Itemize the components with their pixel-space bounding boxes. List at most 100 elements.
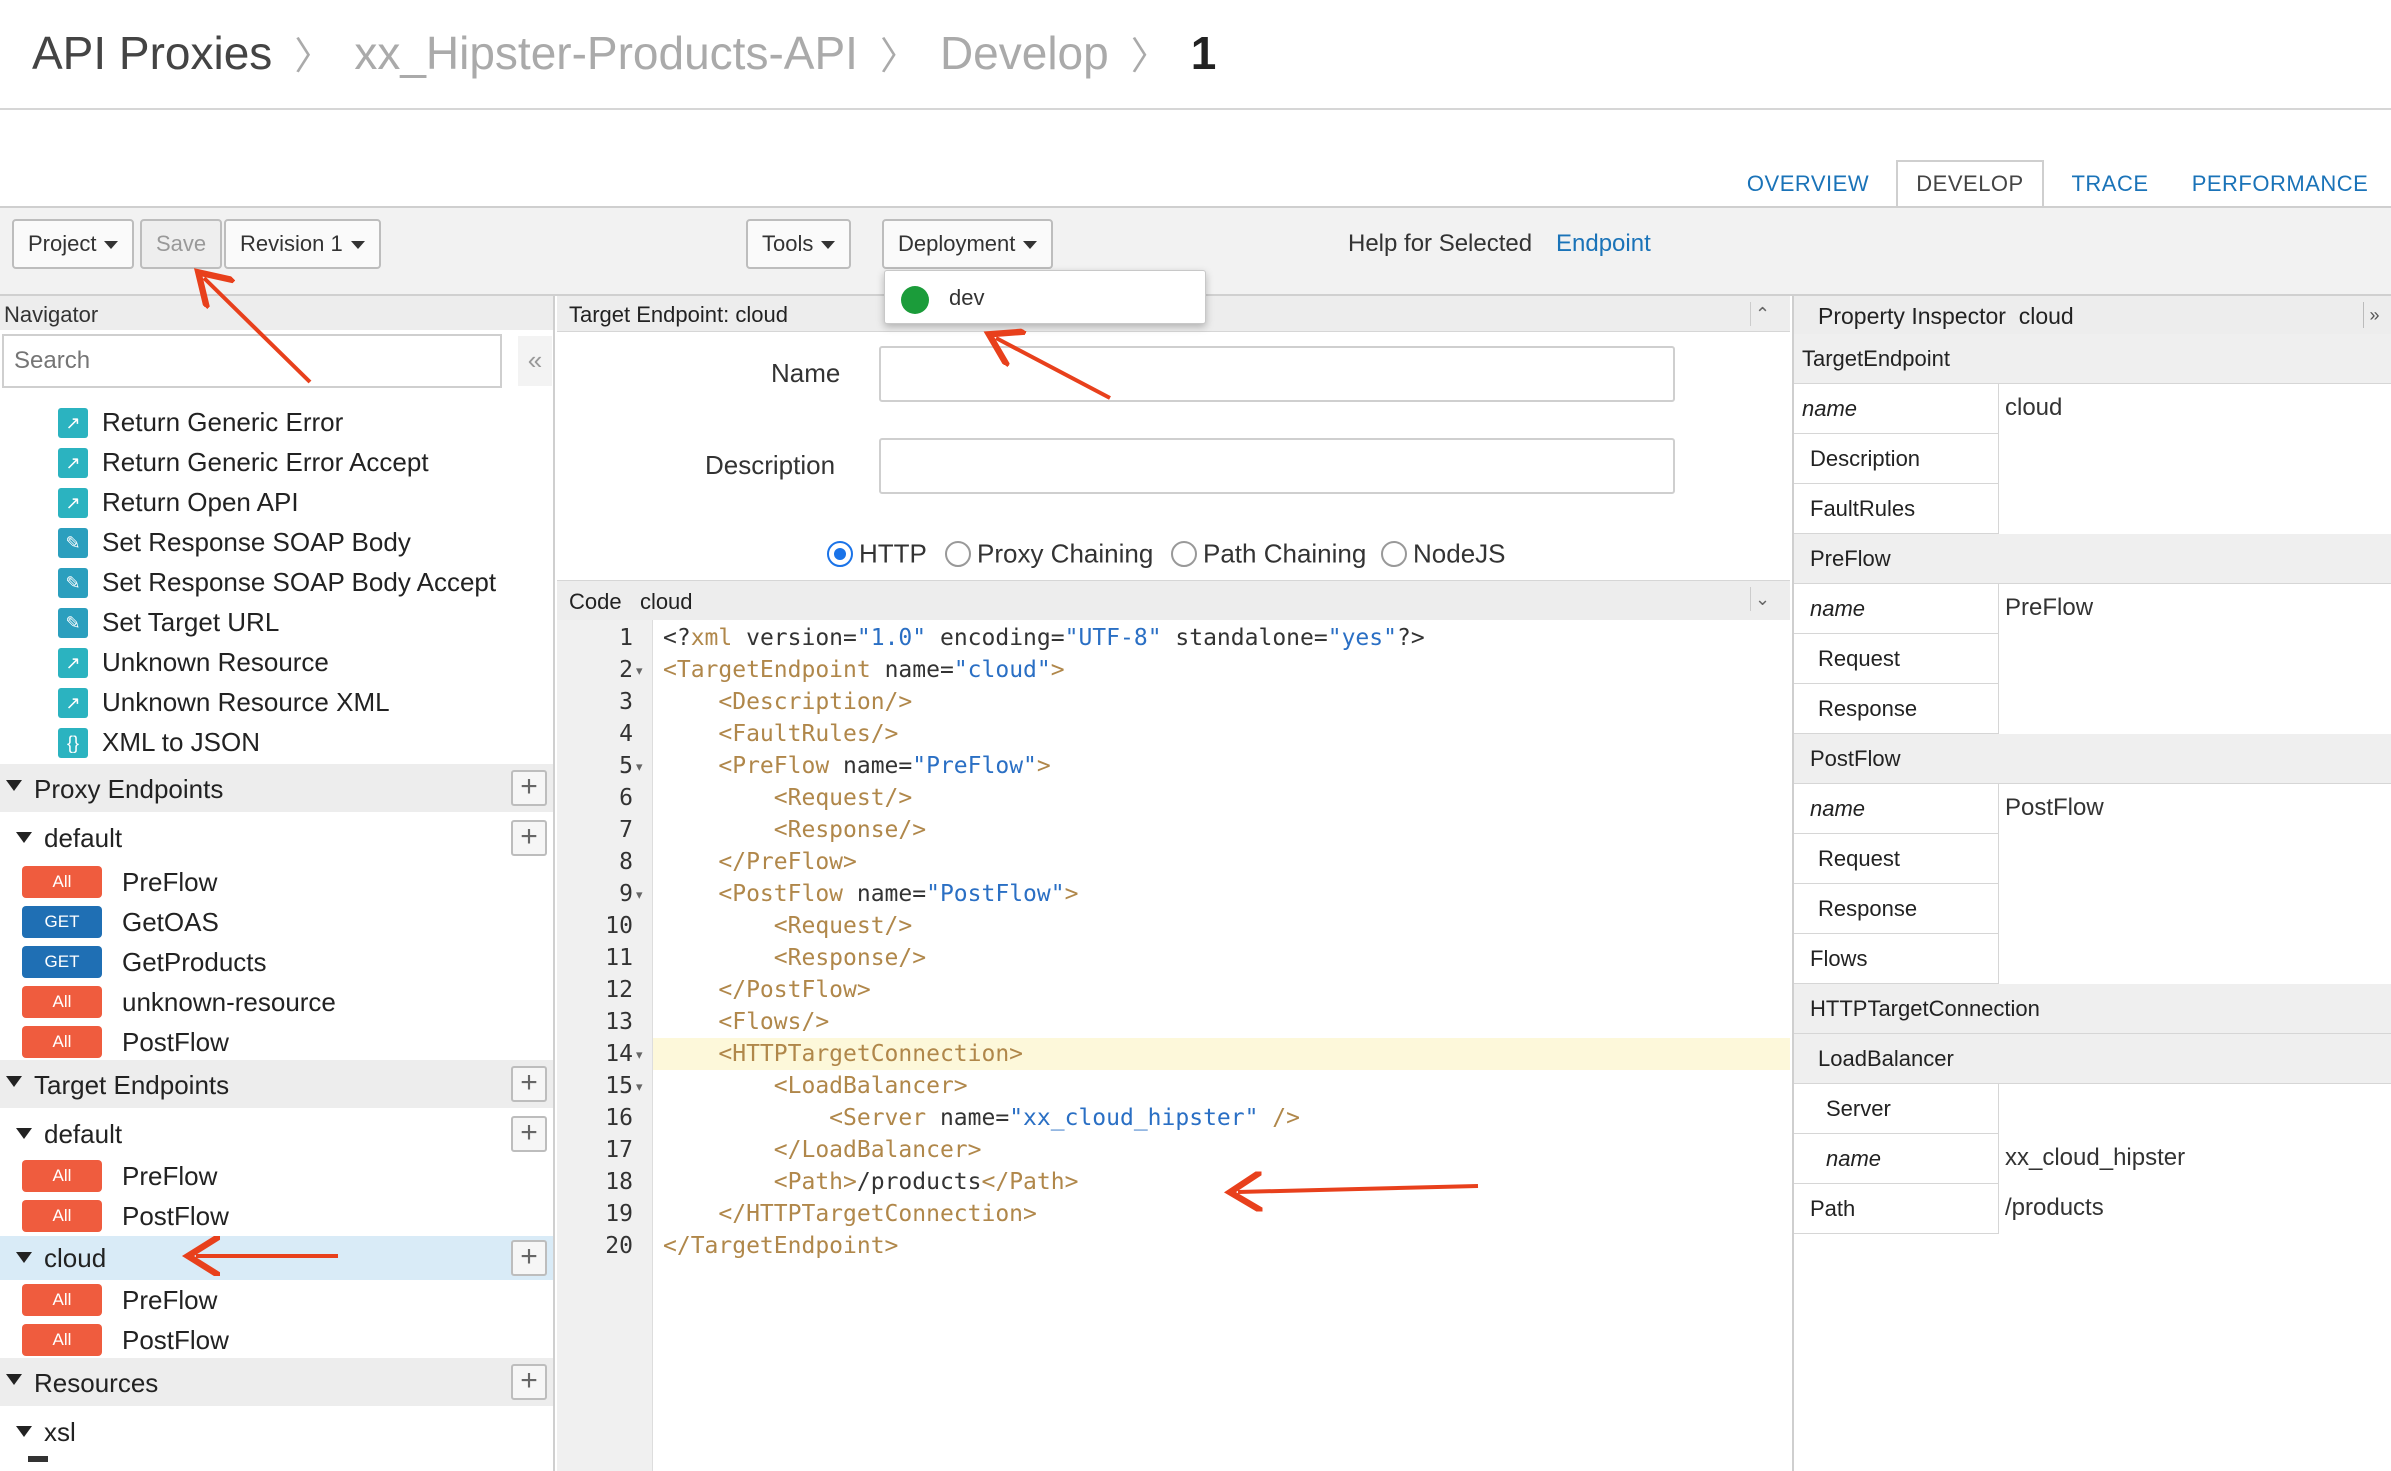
proxy-endpoint-default[interactable]: default + [0, 816, 553, 860]
property-row[interactable]: name PreFlow [1794, 584, 2391, 634]
property-row[interactable]: name cloud [1794, 384, 2391, 434]
code-line[interactable]: <HTTPTargetConnection> [663, 1041, 1023, 1067]
property-row[interactable]: Response [1794, 884, 2391, 934]
save-button[interactable]: Save [140, 219, 223, 269]
property-row[interactable]: Description [1794, 434, 2391, 484]
code-line[interactable]: </TargetEndpoint> [663, 1233, 898, 1259]
code-line[interactable]: <TargetEndpoint name="cloud"> [663, 657, 1065, 683]
flow-item[interactable]: All PreFlow [0, 1280, 553, 1320]
code-line[interactable]: <Server name="xx_cloud_hipster" /> [663, 1105, 1300, 1131]
code-line[interactable]: <?xml version="1.0" encoding="UTF-8" sta… [663, 625, 1425, 651]
property-value-field[interactable]: /products [1998, 1184, 2391, 1234]
help-endpoint-link[interactable]: Endpoint [1556, 230, 1651, 258]
description-input[interactable] [879, 438, 1675, 494]
property-value-field[interactable] [1998, 634, 2391, 684]
property-value-field[interactable] [1998, 684, 2391, 734]
code-editor[interactable]: 1 2 ▾ 3 4 5 ▾ 6 7 8 9 ▾ 10 11 12 13 14 ▾ 15 ▾ 16 17 18 19 20 <?x… [557, 620, 1790, 1471]
flow-item[interactable]: All PreFlow [0, 862, 553, 902]
policy-item[interactable]: {} XML to JSON [0, 722, 553, 762]
property-value-field[interactable]: xx_cloud_hipster [1998, 1134, 2391, 1184]
fold-arrow-icon[interactable]: ▾ [636, 1047, 643, 1063]
flow-item[interactable]: All PostFlow [0, 1320, 553, 1360]
target-endpoints-section[interactable]: Target Endpoints + [0, 1060, 553, 1108]
property-value-field[interactable] [1998, 484, 2391, 534]
collapse-up-icon[interactable]: ⌃ [1750, 302, 1774, 326]
expand-triangle-icon[interactable] [16, 1252, 32, 1263]
property-row[interactable]: FaultRules [1794, 484, 2391, 534]
fold-arrow-icon[interactable]: ▾ [636, 1079, 643, 1095]
resources-section[interactable]: Resources + [0, 1358, 553, 1406]
flow-item[interactable]: All PostFlow [0, 1022, 553, 1062]
code-line[interactable]: <Response/> [663, 817, 926, 843]
code-line[interactable]: <Request/> [663, 785, 912, 811]
navigator-search-input[interactable] [2, 334, 502, 388]
radio-path-chaining[interactable]: Path Chaining [1171, 537, 1366, 570]
policy-item[interactable]: ↗ Return Generic Error [0, 402, 553, 442]
property-value-field[interactable] [1998, 434, 2391, 484]
expand-triangle-icon[interactable] [16, 1426, 32, 1437]
code-line[interactable]: <Flows/> [663, 1009, 829, 1035]
name-input[interactable] [879, 346, 1675, 402]
breadcrumb-develop[interactable]: Develop [940, 26, 1109, 80]
collapse-down-icon[interactable]: ⌄ [1750, 587, 1774, 611]
project-menu-button[interactable]: Project [12, 219, 135, 269]
fold-arrow-icon[interactable]: ▾ [636, 759, 643, 775]
property-row[interactable]: Flows [1794, 934, 2391, 984]
radio-nodejs[interactable]: NodeJS [1381, 537, 1506, 570]
property-row[interactable]: Response [1794, 684, 2391, 734]
code-line[interactable]: </LoadBalancer> [663, 1137, 982, 1163]
policy-item[interactable]: ✎ Set Response SOAP Body Accept [0, 562, 553, 602]
policy-item[interactable]: ↗ Return Generic Error Accept [0, 442, 553, 482]
property-value-field[interactable]: PreFlow [1998, 584, 2391, 634]
policy-item[interactable]: ✎ Set Target URL [0, 602, 553, 642]
property-value-field[interactable] [1998, 834, 2391, 884]
target-endpoint-default[interactable]: default + [0, 1112, 553, 1156]
policy-item[interactable]: ✎ Set Response SOAP Body [0, 522, 553, 562]
tab-trace[interactable]: TRACE [2060, 162, 2160, 208]
proxy-endpoints-section[interactable]: Proxy Endpoints + [0, 764, 553, 812]
radio-http[interactable]: HTTP [827, 537, 927, 570]
flow-item[interactable]: All unknown-resource [0, 982, 553, 1022]
expand-triangle-icon[interactable] [6, 1374, 22, 1385]
code-line[interactable]: <FaultRules/> [663, 721, 898, 747]
breadcrumb-api-proxies[interactable]: API Proxies [32, 26, 272, 80]
flow-item[interactable]: All PostFlow [0, 1196, 553, 1236]
policy-item[interactable]: ↗ Return Open API [0, 482, 553, 522]
property-row[interactable]: Path/products [1794, 1184, 2391, 1234]
add-flow-button[interactable]: + [511, 1116, 547, 1152]
property-row[interactable]: name PostFlow [1794, 784, 2391, 834]
code-line[interactable]: <Path>/products</Path> [663, 1169, 1079, 1195]
code-line[interactable]: <PreFlow name="PreFlow"> [663, 753, 1050, 779]
deployment-menu-button[interactable]: Deployment [882, 219, 1054, 269]
flow-item[interactable]: All PreFlow [0, 1156, 553, 1196]
deploy-env-item[interactable]: dev [885, 271, 1205, 323]
collapse-panel-icon[interactable]: « [518, 336, 552, 386]
revision-menu-button[interactable]: Revision 1 [224, 219, 381, 269]
code-line[interactable]: <Request/> [663, 913, 912, 939]
add-target-endpoint-button[interactable]: + [511, 1066, 547, 1102]
property-row[interactable]: Server [1794, 1084, 2391, 1134]
tools-menu-button[interactable]: Tools [746, 219, 852, 269]
code-line[interactable]: </PostFlow> [663, 977, 870, 1003]
expand-triangle-icon[interactable] [16, 1128, 32, 1139]
property-value-field[interactable] [1998, 1084, 2391, 1134]
expand-triangle-icon[interactable] [6, 780, 22, 791]
expand-panel-icon[interactable]: » [2363, 302, 2385, 328]
policy-item[interactable]: ↗ Unknown Resource XML [0, 682, 553, 722]
expand-triangle-icon[interactable] [6, 1076, 22, 1087]
add-flow-button[interactable]: + [511, 1240, 547, 1276]
tab-performance[interactable]: PERFORMANCE [2182, 162, 2378, 208]
add-proxy-endpoint-button[interactable]: + [511, 770, 547, 806]
target-endpoint-cloud[interactable]: cloud + [0, 1236, 553, 1280]
property-row[interactable]: Request [1794, 634, 2391, 684]
property-value-field[interactable]: cloud [1998, 384, 2391, 434]
fold-arrow-icon[interactable]: ▾ [636, 887, 643, 903]
property-value-field[interactable] [1998, 934, 2391, 984]
property-value-field[interactable]: PostFlow [1998, 784, 2391, 834]
policy-item[interactable]: ↗ Unknown Resource [0, 642, 553, 682]
expand-triangle-icon[interactable] [16, 832, 32, 843]
code-line[interactable]: </PreFlow> [663, 849, 856, 875]
property-row[interactable]: name xx_cloud_hipster [1794, 1134, 2391, 1184]
flow-item[interactable]: GET GetOAS [0, 902, 553, 942]
tab-develop[interactable]: DEVELOP [1896, 160, 2044, 208]
